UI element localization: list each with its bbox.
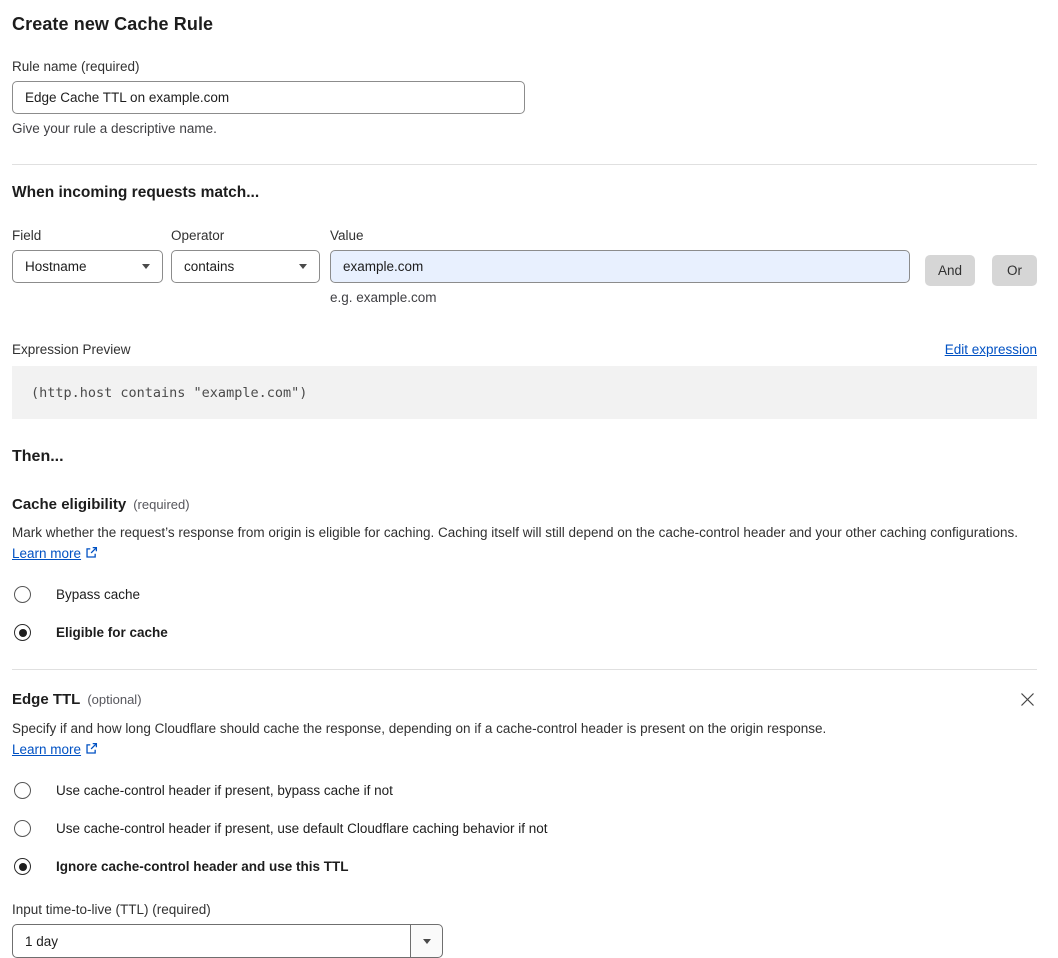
- field-select-value: Hostname: [25, 259, 87, 274]
- radio-use-header-bypass[interactable]: Use cache-control header if present, byp…: [12, 782, 1037, 799]
- close-icon: [1020, 693, 1035, 710]
- value-input[interactable]: [330, 250, 910, 283]
- expression-code: (http.host contains "example.com"): [31, 384, 308, 401]
- radio-icon: [14, 586, 31, 603]
- section-divider: [12, 164, 1037, 165]
- radio-label: Eligible for cache: [56, 625, 168, 640]
- rule-name-helper: Give your rule a descriptive name.: [12, 121, 217, 136]
- or-button[interactable]: Or: [992, 255, 1037, 286]
- ttl-value-input[interactable]: [12, 924, 411, 958]
- operator-select-value: contains: [184, 259, 235, 274]
- radio-ignore-header-use-ttl[interactable]: Ignore cache-control header and use this…: [12, 858, 1037, 875]
- cache-eligibility-header: Cache eligibility (required): [12, 496, 1037, 513]
- edge-ttl-qualifier: (optional): [87, 692, 142, 707]
- cache-eligibility-description: Mark whether the request’s response from…: [12, 522, 1037, 565]
- radio-icon: [14, 782, 31, 799]
- edge-ttl-title: Edge TTL: [12, 691, 81, 708]
- chevron-down-icon: [299, 264, 307, 269]
- cache-eligibility-learn-more-link[interactable]: Learn more: [12, 546, 81, 561]
- operator-label: Operator: [171, 228, 225, 243]
- close-edge-ttl-button[interactable]: [1018, 690, 1037, 709]
- value-label: Value: [330, 228, 364, 243]
- match-section: When incoming requests match... Field Ho…: [12, 184, 1037, 305]
- cache-eligibility-description-text: Mark whether the request’s response from…: [12, 525, 1019, 540]
- match-condition-row: Field Hostname Operator contains Value e…: [12, 228, 1037, 305]
- edit-expression-link[interactable]: Edit expression: [945, 342, 1037, 357]
- value-helper: e.g. example.com: [330, 290, 437, 305]
- section-divider: [12, 669, 1037, 670]
- radio-icon-selected: [14, 624, 31, 641]
- value-column: Value e.g. example.com: [330, 228, 910, 305]
- external-link-icon: [85, 544, 98, 565]
- cache-eligibility-qualifier: (required): [133, 497, 190, 512]
- create-cache-rule-form: Create new Cache Rule Rule name (require…: [0, 0, 1058, 958]
- chevron-down-icon: [422, 938, 431, 944]
- external-link-icon: [85, 740, 98, 761]
- radio-icon-selected: [14, 858, 31, 875]
- expression-preview-header: Expression Preview Edit expression: [12, 342, 1037, 357]
- radio-label: Use cache-control header if present, use…: [56, 821, 548, 836]
- edge-ttl-description-text: Specify if and how long Cloudflare shoul…: [12, 721, 827, 736]
- rule-name-section: Rule name (required) Give your rule a de…: [12, 59, 1037, 136]
- ttl-input-section: Input time-to-live (TTL) (required): [12, 902, 1037, 958]
- ttl-combobox: [12, 924, 1037, 958]
- field-select[interactable]: Hostname: [12, 250, 163, 283]
- radio-label: Use cache-control header if present, byp…: [56, 783, 393, 798]
- rule-name-input[interactable]: [12, 81, 525, 114]
- match-heading: When incoming requests match...: [12, 184, 260, 201]
- radio-label: Ignore cache-control header and use this…: [56, 859, 349, 874]
- page-title: Create new Cache Rule: [12, 14, 214, 34]
- ttl-dropdown-button[interactable]: [410, 924, 443, 958]
- radio-icon: [14, 820, 31, 837]
- expression-code-block: (http.host contains "example.com"): [12, 366, 1037, 419]
- cache-eligibility-title: Cache eligibility: [12, 496, 127, 513]
- radio-use-header-default[interactable]: Use cache-control header if present, use…: [12, 820, 1037, 837]
- radio-bypass-cache[interactable]: Bypass cache: [12, 586, 1037, 603]
- expression-preview-label: Expression Preview: [12, 342, 131, 357]
- chevron-down-icon: [142, 264, 150, 269]
- edge-ttl-learn-more-link[interactable]: Learn more: [12, 742, 81, 757]
- and-button[interactable]: And: [924, 255, 975, 286]
- edge-ttl-description: Specify if and how long Cloudflare shoul…: [12, 718, 850, 761]
- radio-label: Bypass cache: [56, 587, 141, 602]
- condition-connector-buttons: And Or: [910, 255, 1037, 286]
- ttl-label: Input time-to-live (TTL) (required): [12, 902, 211, 917]
- operator-column: Operator contains: [171, 228, 320, 283]
- rule-name-label: Rule name (required): [12, 59, 140, 74]
- field-column: Field Hostname: [12, 228, 163, 283]
- then-heading: Then...: [12, 448, 64, 465]
- radio-eligible-for-cache[interactable]: Eligible for cache: [12, 624, 1037, 641]
- operator-select[interactable]: contains: [171, 250, 320, 283]
- edge-ttl-title-group: Edge TTL (optional): [12, 691, 142, 708]
- edge-ttl-header: Edge TTL (optional): [12, 690, 1037, 709]
- field-label: Field: [12, 228, 42, 243]
